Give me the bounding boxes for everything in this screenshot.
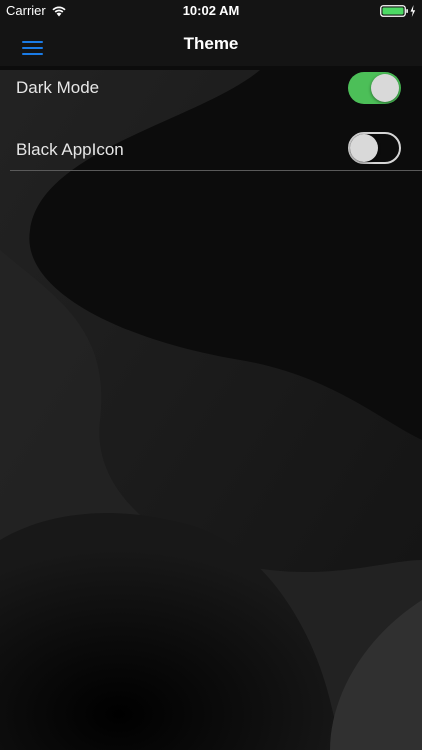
dark-mode-toggle[interactable] (348, 72, 401, 104)
battery-charging-icon (380, 5, 416, 17)
dark-mode-label: Dark Mode (16, 78, 100, 97)
setting-row-dark-mode: Dark Mode (0, 66, 422, 126)
black-appicon-toggle[interactable] (348, 132, 401, 164)
row-divider (10, 170, 422, 171)
status-time: 10:02 AM (182, 3, 240, 18)
page-title: Theme (183, 34, 239, 53)
black-appicon-label: Black AppIcon (16, 140, 124, 159)
status-bar: Carrier 10:02 AM (0, 0, 422, 22)
theme-screen: Carrier 10:02 AM Theme Dark Mode Black A… (0, 0, 422, 750)
navigation-bar: Theme (0, 22, 422, 66)
settings-list: Dark Mode Black AppIcon (0, 66, 422, 171)
menu-button[interactable] (14, 28, 54, 60)
toggle-knob (350, 134, 378, 162)
toggle-knob (371, 74, 399, 102)
hamburger-menu-icon (22, 41, 43, 55)
